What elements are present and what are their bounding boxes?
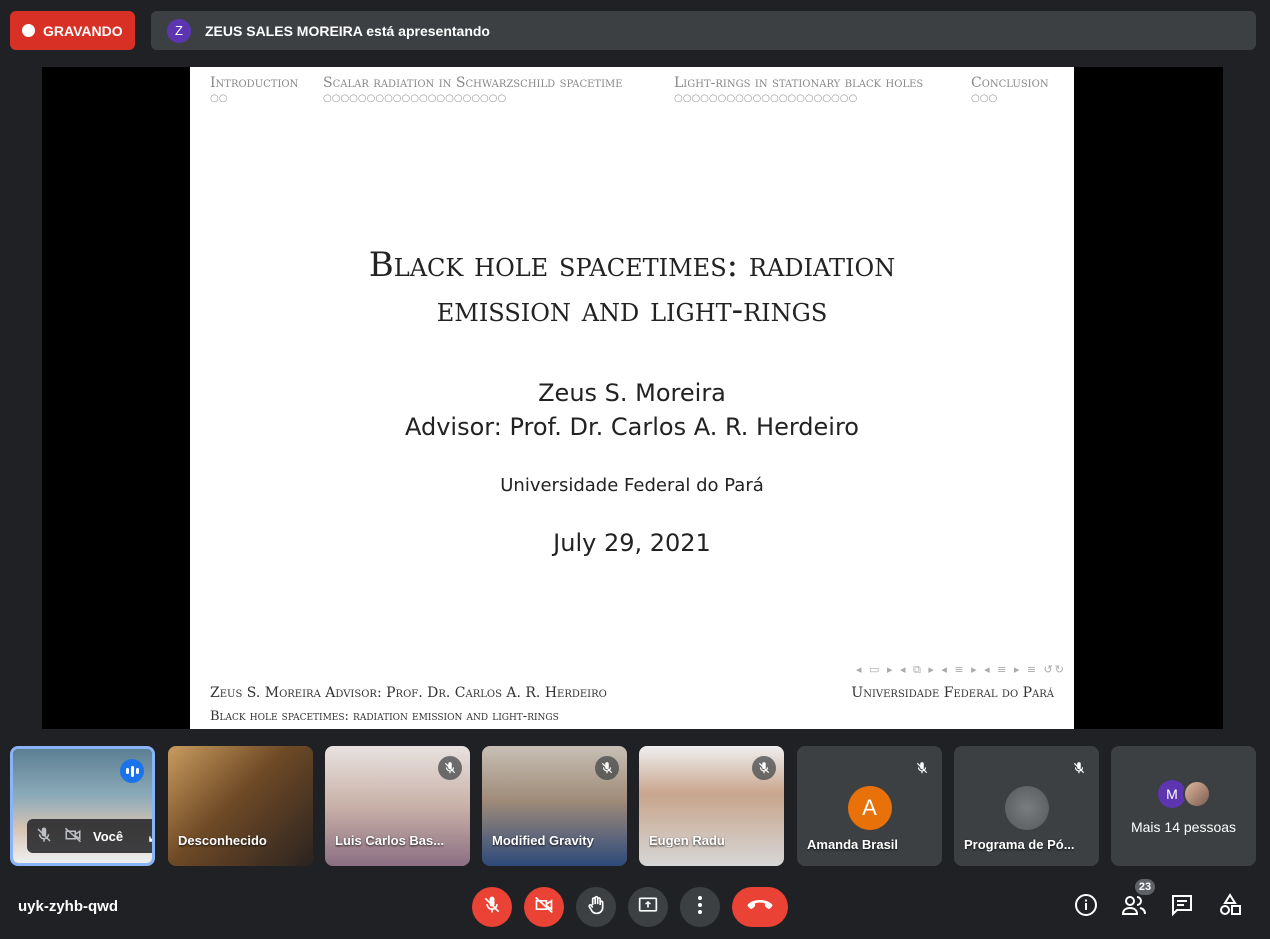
recording-dot-icon <box>22 24 35 37</box>
participant-tile[interactable]: A Amanda Brasil <box>797 746 942 866</box>
participant-name: Desconhecido <box>178 833 267 848</box>
slide-advisor: Advisor: Prof. Dr. Carlos A. R. Herdeiro <box>405 413 859 441</box>
people-button[interactable] <box>1120 893 1148 921</box>
camera-off-icon[interactable] <box>63 826 83 847</box>
participant-name: Eugen Radu <box>649 833 725 848</box>
present-screen-icon <box>637 895 659 920</box>
muted-icon <box>752 756 776 780</box>
avatar: M <box>1158 780 1186 808</box>
slide: Introduction ○○ Scalar radiation in Schw… <box>190 67 1074 729</box>
video-feed <box>168 746 313 866</box>
chat-icon <box>1170 893 1194 922</box>
section-dots: ○○○ <box>971 93 998 104</box>
presenter-avatar: Z <box>167 18 191 43</box>
section-light-rings: Light-rings in stationary black holes ○○… <box>674 75 924 104</box>
participant-name: Modified Gravity <box>492 833 594 848</box>
raise-hand-button[interactable] <box>576 887 616 927</box>
slide-title: Black hole spacetimes: radiation emissio… <box>368 245 896 330</box>
section-conclusion: Conclusion ○○○ <box>971 75 1049 104</box>
participant-tile[interactable]: Programa de Pó... <box>954 746 1099 866</box>
participant-tile-self[interactable]: Você <box>10 746 155 866</box>
section-dots: ○○○○○○○○○○○○○○○○○○○○○ <box>674 93 858 104</box>
avatar <box>1183 780 1211 808</box>
camera-toggle-button[interactable] <box>524 887 564 927</box>
activities-button[interactable] <box>1216 892 1244 922</box>
speaking-indicator-icon <box>120 759 144 783</box>
slide-author: Zeus S. Moreira <box>538 379 726 407</box>
participant-name: Amanda Brasil <box>807 837 899 852</box>
muted-icon <box>595 756 619 780</box>
recording-label: GRAVANDO <box>43 22 123 39</box>
participant-name: Programa de Pó... <box>964 837 1075 852</box>
muted-icon <box>438 756 462 780</box>
participant-name: Mais 14 pessoas <box>1130 819 1237 835</box>
slide-footer-authors: Zeus S. Moreira Advisor: Prof. Dr. Carlo… <box>210 685 607 701</box>
expand-icon[interactable] <box>147 826 152 847</box>
muted-icon <box>1067 756 1091 780</box>
slide-footer-title: Black hole spacetimes: radiation emissio… <box>210 709 559 724</box>
mic-off-icon[interactable] <box>35 826 53 847</box>
participant-name: Luis Carlos Bas... <box>335 833 445 848</box>
section-dots: ○○○○○○○○○○○○○○○○○○○○○ <box>323 93 507 104</box>
hand-icon <box>586 894 606 921</box>
participant-tile[interactable]: Eugen Radu <box>639 746 784 866</box>
participant-tile[interactable]: Luis Carlos Bas... <box>325 746 470 866</box>
participant-tile[interactable]: Desconhecido <box>168 746 313 866</box>
meeting-details-button[interactable] <box>1072 893 1100 921</box>
people-icon <box>1121 894 1147 921</box>
hang-up-icon <box>747 898 773 917</box>
self-tile-controls: Você <box>27 819 152 853</box>
slide-university: Universidade Federal do Pará <box>500 475 764 496</box>
presentation-stage: Introduction ○○ Scalar radiation in Schw… <box>42 67 1223 729</box>
people-count-badge: 23 <box>1135 879 1155 895</box>
slide-section-nav: Introduction ○○ Scalar radiation in Schw… <box>210 75 1054 115</box>
more-vert-icon <box>697 895 703 920</box>
more-participants-tile[interactable]: M Mais 14 pessoas <box>1111 746 1256 866</box>
presenter-text: ZEUS SALES MOREIRA está apresentando <box>205 22 490 39</box>
institution-logo-icon <box>1004 786 1049 830</box>
more-options-button[interactable] <box>680 887 720 927</box>
avatar: A <box>847 786 892 830</box>
camera-off-icon <box>533 895 555 920</box>
leave-call-button[interactable] <box>732 887 788 927</box>
present-now-button[interactable] <box>628 887 668 927</box>
recording-badge[interactable]: GRAVANDO <box>10 11 135 50</box>
slide-footer-university: Universidade Federal do Pará <box>851 685 1054 701</box>
info-icon <box>1074 893 1098 922</box>
mic-off-icon <box>482 895 502 920</box>
slide-date: July 29, 2021 <box>553 529 711 557</box>
meeting-code: uyk-zyhb-qwd <box>18 898 118 915</box>
participant-tile[interactable]: Modified Gravity <box>482 746 627 866</box>
section-introduction: Introduction ○○ <box>210 75 299 104</box>
chat-button[interactable] <box>1168 893 1196 921</box>
activities-shapes-icon <box>1218 892 1242 922</box>
mic-toggle-button[interactable] <box>472 887 512 927</box>
participant-name: Você <box>93 828 124 844</box>
section-dots: ○○ <box>210 93 228 104</box>
section-scalar-radiation: Scalar radiation in Schwarzschild spacet… <box>323 75 623 104</box>
muted-icon <box>910 756 934 780</box>
presenter-banner: Z ZEUS SALES MOREIRA está apresentando <box>151 11 1256 50</box>
beamer-nav-icons: ◂ ▭ ▸ ◂ ⧉ ▸ ◂ ≡ ▸ ◂ ≡ ▸ ≡ ↺↻ <box>856 663 1066 676</box>
